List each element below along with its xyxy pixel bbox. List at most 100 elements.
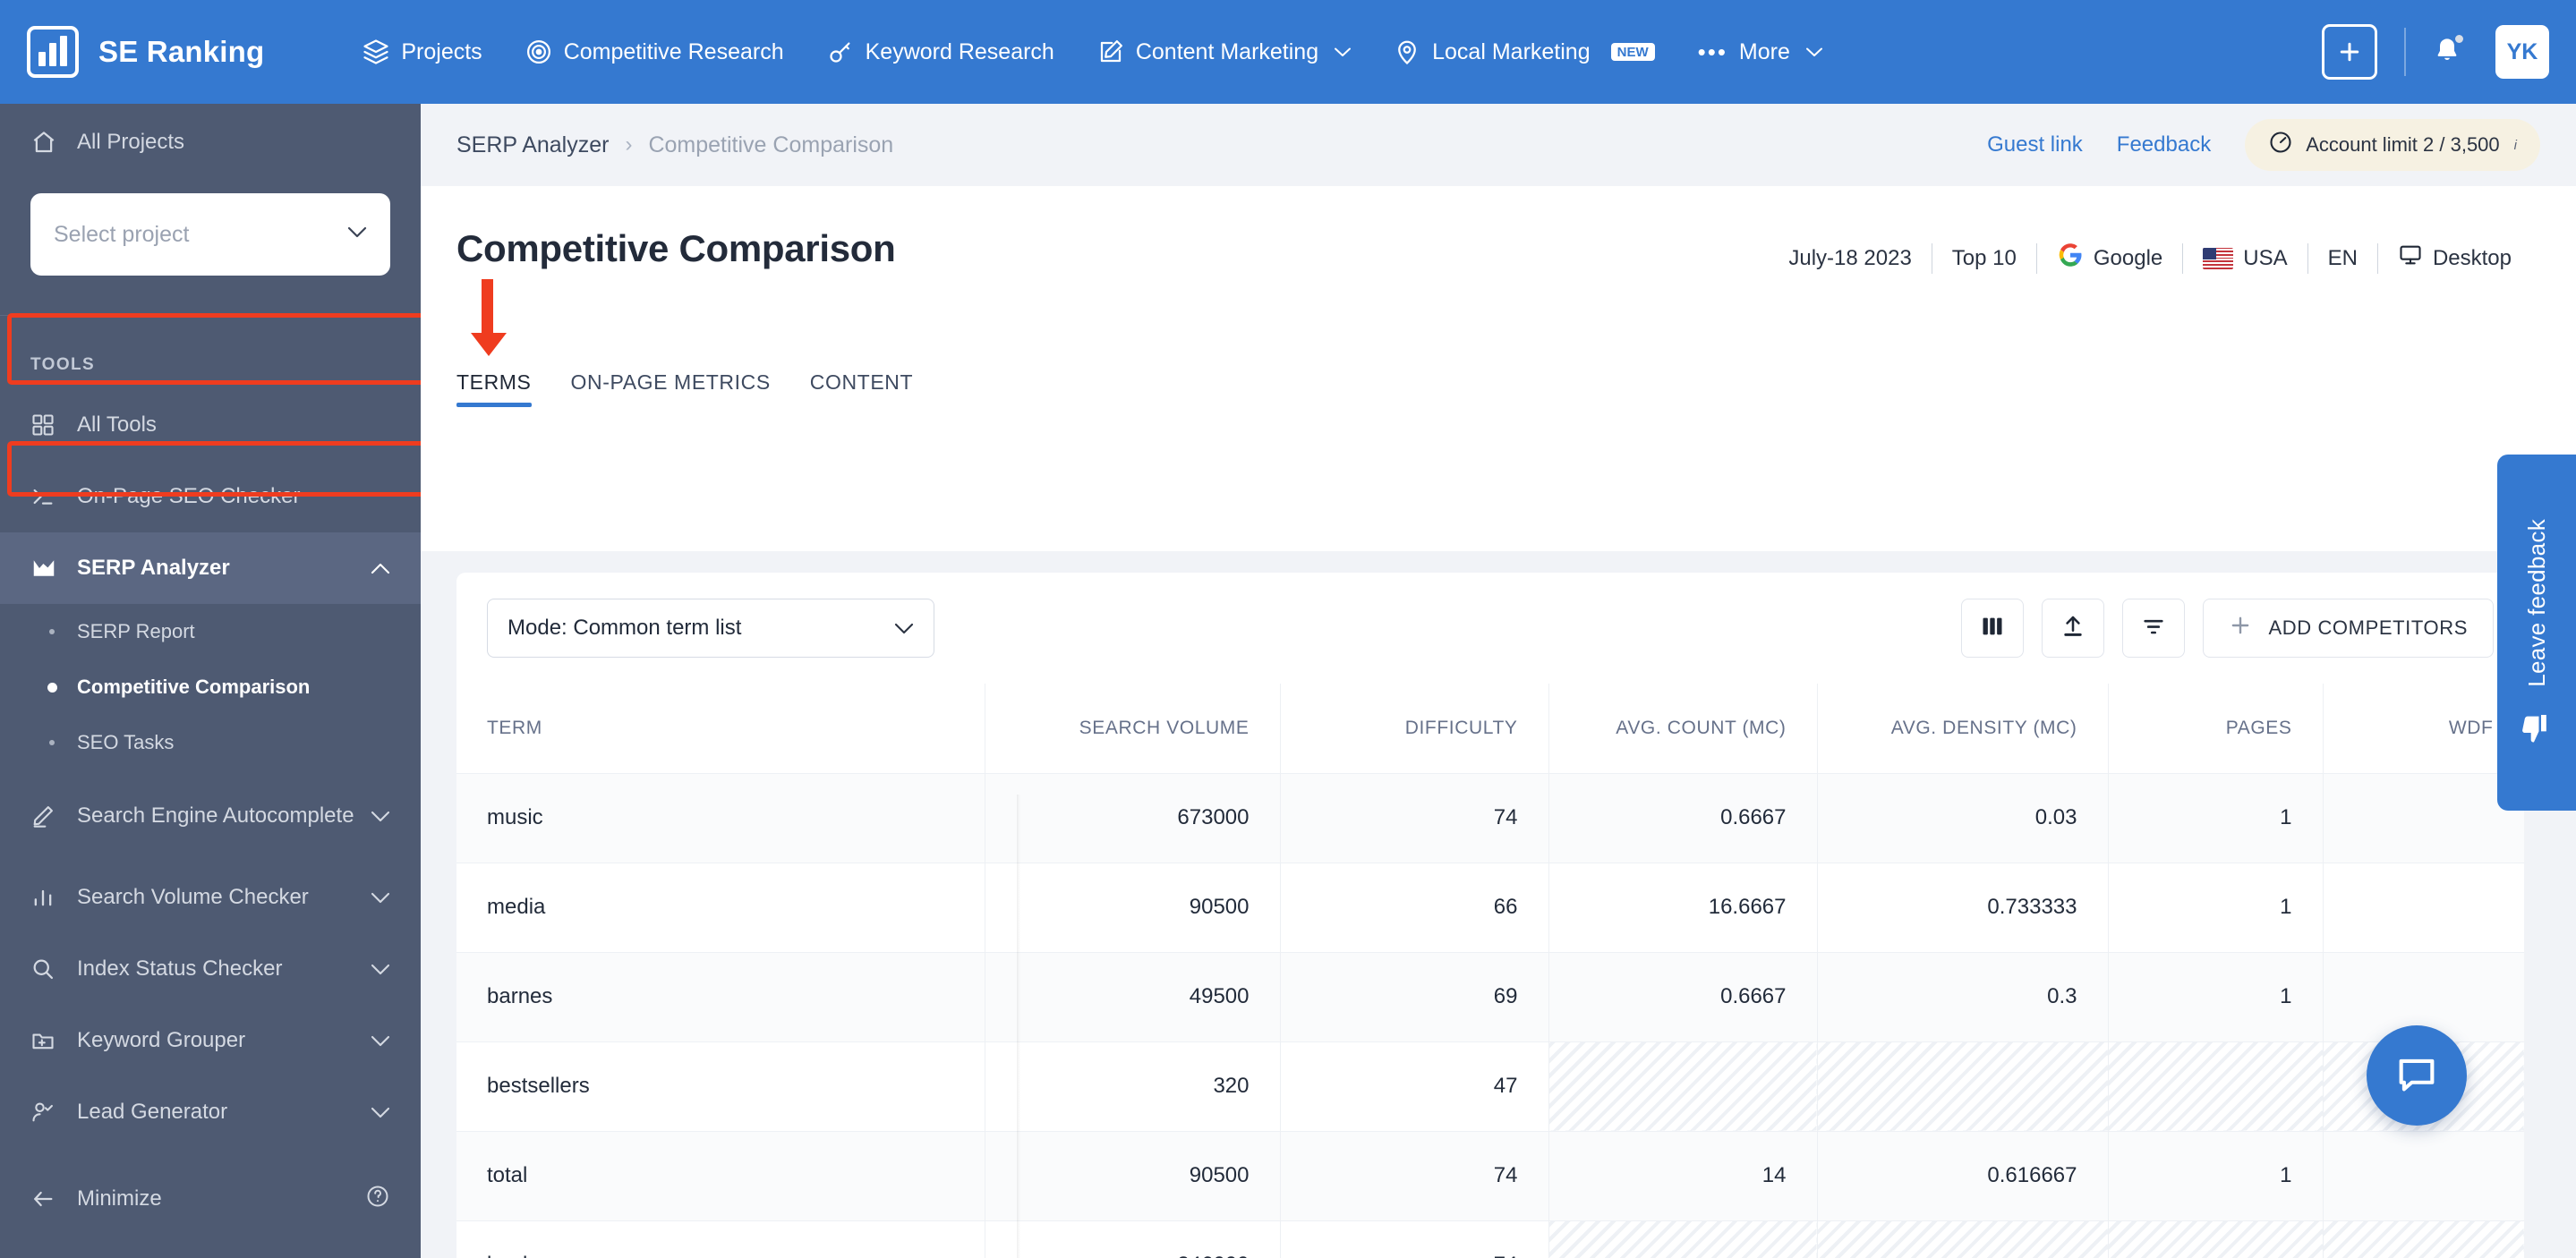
sidebar-item-search-volume-checker[interactable]: Search Volume Checker <box>0 862 421 933</box>
table-row[interactable]: bestsellers 320 47 <box>456 1041 2524 1131</box>
meta-search-engine[interactable]: Google <box>2037 242 2182 275</box>
brand-logo[interactable]: SE Ranking <box>27 26 264 78</box>
sidebar-item-search-engine-autocomplete[interactable]: Search Engine Autocomplete <box>0 770 421 862</box>
feedback-link-button[interactable]: Feedback <box>2117 132 2211 157</box>
meta-label: EN <box>2327 245 2358 270</box>
column-header-term[interactable]: TERM <box>456 684 985 773</box>
meta-label: USA <box>2243 245 2288 270</box>
divider <box>2404 28 2406 76</box>
sidebar-item-index-status-checker[interactable]: Index Status Checker <box>0 933 421 1005</box>
breadcrumb-parent[interactable]: SERP Analyzer <box>456 132 609 158</box>
meta-device[interactable]: Desktop <box>2378 242 2531 274</box>
meta-country[interactable]: USA <box>2183 246 2307 271</box>
new-badge: NEW <box>1610 43 1655 61</box>
gauge-icon <box>2268 130 2293 160</box>
column-header-avg-density[interactable]: AVG. DENSITY (MC) <box>1817 684 2109 773</box>
cell-difficulty: 69 <box>1280 951 1549 1041</box>
cell-pages <box>2108 1220 2324 1258</box>
table-row[interactable]: media 90500 66 16.6667 0.733333 1 <box>456 862 2524 952</box>
tab-terms[interactable]: TERMS <box>456 370 532 407</box>
sidebar-item-serp-report[interactable]: SERP Report <box>0 604 421 659</box>
sidebar-minimize[interactable]: Minimize <box>0 1163 421 1235</box>
se-ranking-logo-icon <box>27 26 79 78</box>
sidebar-item-label: SEO Tasks <box>77 731 175 753</box>
cell-term: barnes <box>456 951 985 1041</box>
sidebar-item-label: SERP Analyzer <box>77 556 230 580</box>
monitor-icon <box>2398 242 2423 274</box>
help-circle-icon[interactable] <box>365 1184 390 1215</box>
tab-content[interactable]: CONTENT <box>810 370 913 407</box>
table-row[interactable]: books 246000 74 <box>456 1220 2524 1258</box>
column-header-pages[interactable]: PAGES <box>2108 684 2324 773</box>
sidebar-item-serp-analyzer[interactable]: SERP Analyzer <box>0 532 421 604</box>
sidebar-item-on-page-seo-checker[interactable]: On-Page SEO Checker <box>0 461 421 532</box>
mode-select[interactable]: Mode: Common term list <box>487 599 934 658</box>
sidebar-item-lead-generator[interactable]: Lead Generator <box>0 1076 421 1148</box>
cell-term: books <box>456 1220 985 1258</box>
cell-avg-density <box>1817 1041 2109 1131</box>
guest-link-button[interactable]: Guest link <box>1987 132 2083 157</box>
sidebar: All Projects Select project TOOLS All To… <box>0 104 435 1258</box>
chevron-down-icon <box>347 226 367 242</box>
sidebar-item-all-tools[interactable]: All Tools <box>0 389 421 461</box>
mountain-icon <box>30 555 68 582</box>
columns-button[interactable] <box>1961 599 2025 658</box>
table-scroll-area[interactable]: TERM SEARCH VOLUME DIFFICULTY AVG. COUNT… <box>456 684 2524 1258</box>
sidebar-item-all-projects[interactable]: All Projects <box>0 104 421 181</box>
table-row[interactable]: total 90500 74 14 0.616667 1 <box>456 1130 2524 1220</box>
table-row[interactable]: barnes 49500 69 0.6667 0.3 1 <box>456 951 2524 1041</box>
search-icon <box>30 956 68 982</box>
nav-item-local-marketing[interactable]: Local Marketing NEW <box>1372 0 1676 104</box>
nav-item-projects[interactable]: Projects <box>341 0 503 104</box>
column-header-wdf[interactable]: WDF <box>2323 684 2524 773</box>
bullet-icon <box>36 629 68 634</box>
nav-item-keyword-research[interactable]: Keyword Research <box>806 0 1076 104</box>
cell-avg-count: 16.6667 <box>1548 862 1818 952</box>
cell-pages <box>2108 1041 2324 1131</box>
sidebar-item-label: SERP Report <box>77 620 195 642</box>
cell-pages: 1 <box>2108 862 2324 952</box>
chat-icon <box>2393 1050 2440 1101</box>
google-icon <box>2057 242 2084 275</box>
add-competitors-button[interactable]: ADD COMPETITORS <box>2203 599 2494 658</box>
sidebar-item-keyword-grouper[interactable]: Keyword Grouper <box>0 1005 421 1076</box>
sidebar-item-competitive-comparison[interactable]: Competitive Comparison <box>0 659 421 715</box>
account-limit-badge[interactable]: Account limit 2 / 3,500 i <box>2245 119 2540 171</box>
columns-icon <box>1980 615 2005 642</box>
column-header-search-volume[interactable]: SEARCH VOLUME <box>985 684 1281 773</box>
primary-nav: Projects Competitive Research Keyword Re… <box>341 0 1844 104</box>
top-navigation-bar: SE Ranking Projects Competitive Research… <box>0 0 2576 104</box>
frozen-column-shadow <box>1017 795 1020 1258</box>
ellipsis-icon: ••• <box>1697 38 1727 65</box>
meta-top[interactable]: Top 10 <box>1932 246 2036 271</box>
column-header-difficulty[interactable]: DIFFICULTY <box>1280 684 1549 773</box>
pencil-square-icon <box>1097 38 1124 65</box>
cell-wdf <box>2323 1130 2524 1220</box>
leave-feedback-tab[interactable]: Leave feedback <box>2497 455 2576 811</box>
arrow-left-icon <box>30 1186 68 1211</box>
nav-item-competitive-research[interactable]: Competitive Research <box>504 0 806 104</box>
table-head: TERM SEARCH VOLUME DIFFICULTY AVG. COUNT… <box>456 684 2524 773</box>
add-button[interactable] <box>2322 24 2377 80</box>
target-icon <box>525 38 552 65</box>
export-button[interactable] <box>2042 599 2105 658</box>
filter-button[interactable] <box>2122 599 2186 658</box>
table-row[interactable]: music 673000 74 0.6667 0.03 1 <box>456 772 2524 863</box>
nav-label: Local Marketing <box>1432 38 1591 64</box>
user-avatar[interactable]: YK <box>2495 25 2549 79</box>
column-header-avg-count[interactable]: AVG. COUNT (MC) <box>1548 684 1818 773</box>
cell-difficulty: 47 <box>1280 1041 1549 1131</box>
meta-date[interactable]: July-18 2023 <box>1769 246 1931 271</box>
tab-on-page-metrics[interactable]: ON-PAGE METRICS <box>571 370 771 407</box>
meta-language[interactable]: EN <box>2308 246 2377 271</box>
sidebar-item-label: Keyword Grouper <box>77 1028 246 1052</box>
chat-widget-button[interactable] <box>2367 1025 2467 1126</box>
nav-item-more[interactable]: ••• More <box>1676 0 1844 104</box>
sidebar-item-seo-tasks[interactable]: SEO Tasks <box>0 715 421 770</box>
cell-avg-count: 0.6667 <box>1548 772 1818 863</box>
project-select[interactable]: Select project <box>30 193 390 276</box>
notifications-bell-icon[interactable] <box>2433 32 2465 69</box>
nav-item-content-marketing[interactable]: Content Marketing <box>1076 0 1372 104</box>
bullet-icon <box>36 740 68 745</box>
meta-label: Desktop <box>2432 245 2512 270</box>
